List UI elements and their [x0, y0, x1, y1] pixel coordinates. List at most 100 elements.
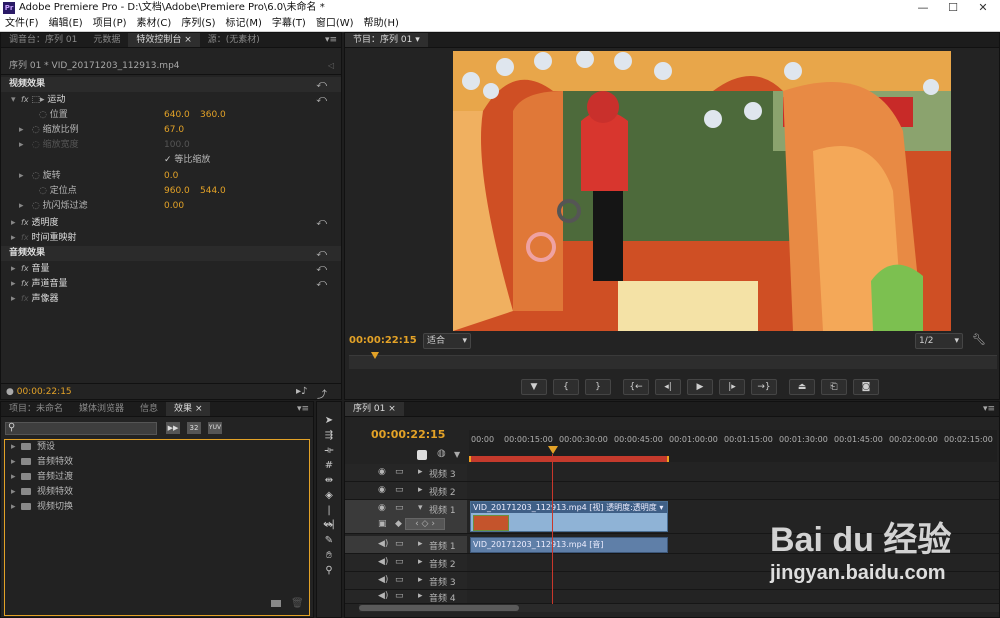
wrench-icon[interactable]: 🔧︎	[972, 333, 986, 346]
reset-icon[interactable]: ⤺	[316, 79, 327, 90]
playhead-handle[interactable]	[548, 446, 558, 454]
collapse-icon[interactable]: ◁	[328, 61, 334, 70]
close-button[interactable]: ✕	[970, 0, 996, 16]
reset-volume-icon[interactable]: ⤺	[316, 263, 327, 274]
close-icon[interactable]: ×	[184, 35, 192, 45]
menu-title[interactable]: 字幕(T)	[267, 16, 311, 31]
program-timecode[interactable]: 00:00:22:15	[349, 333, 417, 348]
tab-metadata[interactable]: 元数据	[85, 33, 128, 47]
motion-effect-row[interactable]: ▾ fx ⬚▸ 运动	[11, 92, 65, 107]
go-to-out-button[interactable]: →}	[751, 379, 777, 395]
tree-item-audio-transitions[interactable]: ▸ 音频过渡	[11, 470, 73, 485]
volume-effect-row[interactable]: ▸ fx 音量	[11, 261, 49, 276]
panel-menu-icon[interactable]: ▾≡	[297, 402, 309, 417]
reset-motion-icon[interactable]: ⤺	[316, 94, 327, 105]
minimize-button[interactable]: —	[910, 0, 936, 16]
tree-item-video-transitions[interactable]: ▸ 视频切换	[11, 500, 73, 515]
tree-item-video-effects[interactable]: ▸ 视频特效	[11, 485, 73, 500]
tab-info[interactable]: 信息	[132, 402, 166, 416]
snap-icon[interactable]	[417, 450, 427, 460]
zoom-tool-icon[interactable]: ⚲	[322, 564, 336, 578]
position-y-value[interactable]: 360.0	[200, 108, 226, 123]
mark-in-button[interactable]: {	[553, 379, 579, 395]
fit-dropdown[interactable]: 适合 ▾	[423, 333, 471, 349]
tab-audio-mixer[interactable]: 调音台：序列 01	[1, 33, 85, 47]
slip-tool-icon[interactable]: |↔|	[322, 504, 336, 530]
rolling-edit-tool-icon[interactable]: #	[322, 459, 336, 473]
yuv-effects-badge[interactable]: YUV	[208, 422, 222, 434]
step-forward-button[interactable]: |▸	[719, 379, 745, 395]
tab-project[interactable]: 项目：未命名	[1, 402, 71, 416]
rate-stretch-tool-icon[interactable]: ⇹	[322, 474, 336, 488]
export-icon[interactable]: ⤴	[317, 386, 327, 401]
panel-menu-icon[interactable]: ▾≡	[325, 33, 337, 48]
tab-program[interactable]: 节目：序列 01 ▾	[345, 33, 428, 47]
tab-source[interactable]: 源：(无素材)	[200, 33, 268, 47]
scrollbar-thumb[interactable]	[359, 605, 519, 611]
menu-marker[interactable]: 标记(M)	[220, 16, 266, 31]
accelerated-effects-icon[interactable]: ▶▶	[166, 422, 180, 434]
menu-window[interactable]: 窗口(W)	[311, 16, 359, 31]
menu-file[interactable]: 文件(F)	[0, 16, 44, 31]
panner-effect-row[interactable]: ▸ fx 声像器	[11, 291, 58, 306]
razor-tool-icon[interactable]: ◈	[322, 489, 336, 503]
uniform-scale-checkbox[interactable]: ✓ 等比缩放	[164, 153, 210, 168]
effects-search-input[interactable]: ⚲	[5, 422, 157, 435]
timeline-playhead[interactable]	[552, 454, 553, 604]
reset-channel-volume-icon[interactable]: ⤺	[316, 278, 327, 289]
tab-effect-controls[interactable]: 特效控制台 ×	[128, 33, 200, 47]
go-to-in-button[interactable]: {←	[623, 379, 649, 395]
effect-controls-timecode[interactable]: ● 00:00:22:15	[6, 385, 72, 400]
slide-tool-icon[interactable]: ↔	[322, 519, 336, 533]
work-area-bar[interactable]	[469, 456, 669, 462]
timeline-timecode[interactable]: 00:00:22:15	[371, 427, 445, 442]
scale-value[interactable]: 67.0	[164, 123, 184, 138]
selection-tool-icon[interactable]: ➤	[322, 414, 336, 428]
anchor-x-value[interactable]: 960.0	[164, 184, 190, 199]
step-back-button[interactable]: ◂|	[655, 379, 681, 395]
reset-opacity-icon[interactable]: ⤺	[316, 217, 327, 228]
tab-media-browser[interactable]: 媒体浏览器	[71, 402, 132, 416]
reset-icon[interactable]: ⤺	[316, 248, 327, 259]
panel-menu-icon[interactable]: ▾≡	[983, 402, 995, 417]
trash-icon[interactable]: 🗑︎	[291, 598, 304, 609]
resolution-dropdown[interactable]: 1/2 ▾	[915, 333, 963, 349]
32bit-effects-badge[interactable]: 32	[187, 422, 201, 434]
audio-clip[interactable]: VID_20171203_112913.mp4 [音]	[470, 537, 668, 553]
maximize-button[interactable]: ☐	[940, 0, 966, 16]
mark-out-button[interactable]: }	[585, 379, 611, 395]
rotation-value[interactable]: 0.0	[164, 169, 178, 184]
anti-flicker-value[interactable]: 0.00	[164, 199, 184, 214]
tab-effects[interactable]: 效果 ×	[166, 402, 211, 416]
position-x-value[interactable]: 640.0	[164, 108, 190, 123]
time-remap-row[interactable]: ▸ fx 时间重映射	[11, 230, 76, 245]
play-button[interactable]: ▶	[687, 379, 713, 395]
track-select-tool-icon[interactable]: ⇶	[322, 429, 336, 443]
new-bin-icon[interactable]	[271, 600, 281, 607]
anchor-y-value[interactable]: 544.0	[200, 184, 226, 199]
add-marker-button[interactable]: ▼	[521, 379, 547, 395]
lift-button[interactable]: ⏏	[789, 379, 815, 395]
tree-item-presets[interactable]: ▸ 预设	[11, 440, 55, 455]
opacity-effect-row[interactable]: ▸ fx 透明度	[11, 215, 58, 230]
channel-volume-effect-row[interactable]: ▸ fx 声道音量	[11, 276, 67, 291]
program-time-ruler[interactable]	[349, 355, 997, 369]
menu-clip[interactable]: 素材(C)	[132, 16, 177, 31]
menu-edit[interactable]: 编辑(E)	[44, 16, 88, 31]
hand-tool-icon[interactable]: ✋︎	[322, 549, 336, 563]
ripple-edit-tool-icon[interactable]: ⟛	[322, 444, 336, 458]
playhead-marker[interactable]	[371, 352, 379, 359]
video-clip[interactable]: VID_20171203_112913.mp4 [视] 透明度:透明度 ▾	[470, 501, 668, 532]
tree-item-audio-effects[interactable]: ▸ 音频特效	[11, 455, 73, 470]
keyframe-navigator[interactable]: ‹ ◇ ›	[405, 518, 445, 530]
play-audio-icon[interactable]: ▸♪	[296, 386, 307, 397]
marker-icon[interactable]: ▼	[454, 450, 460, 459]
tab-sequence-01[interactable]: 序列 01 ×	[345, 402, 404, 416]
set-marker-icon[interactable]: ◍	[437, 448, 446, 459]
extract-button[interactable]: ⎗	[821, 379, 847, 395]
menu-help[interactable]: 帮助(H)	[359, 16, 404, 31]
pen-tool-icon[interactable]: ✎	[322, 534, 336, 548]
menu-sequence[interactable]: 序列(S)	[176, 16, 220, 31]
timeline-scrollbar[interactable]	[359, 604, 999, 612]
menu-project[interactable]: 项目(P)	[88, 16, 132, 31]
